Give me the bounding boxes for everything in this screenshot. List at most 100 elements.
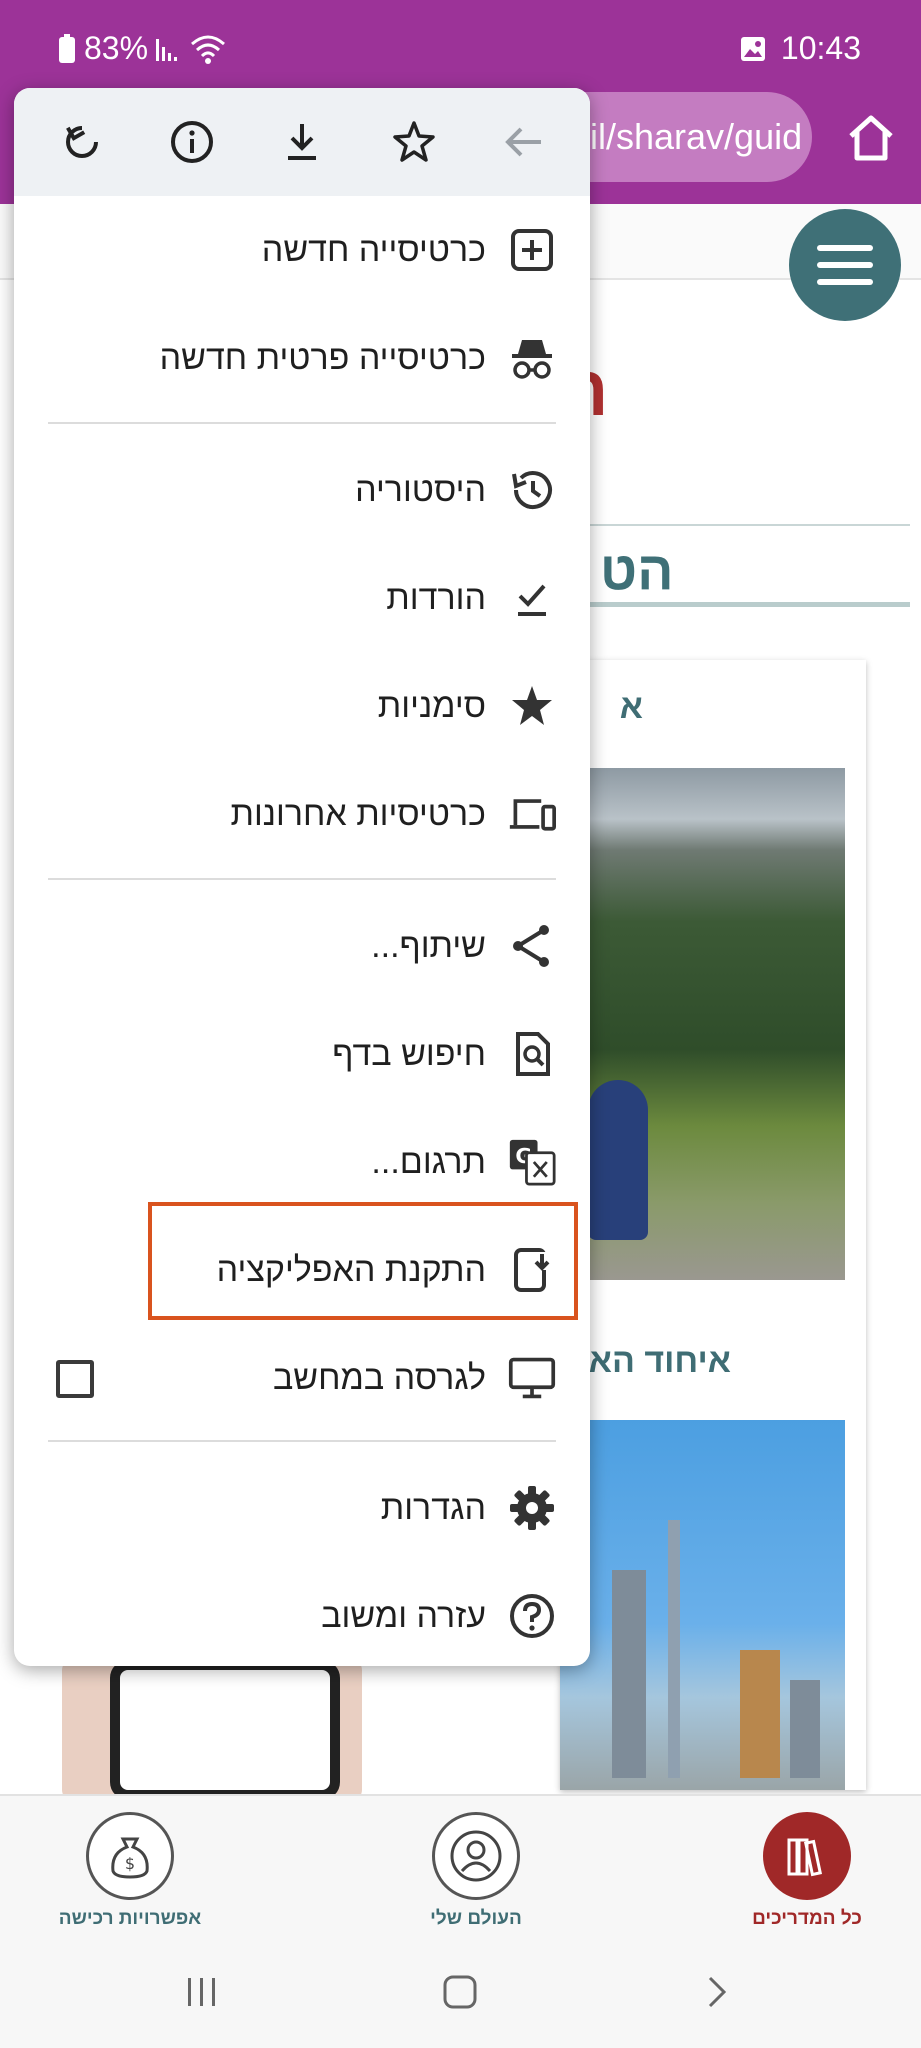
download-icon: [288, 124, 316, 160]
forward-button[interactable]: [494, 112, 554, 172]
nav-all-guides-circle: [763, 1812, 851, 1900]
new-tab-icon: [508, 226, 556, 274]
refresh-icon: [66, 126, 98, 158]
chevron-right-icon: [708, 1976, 727, 2008]
signal-icon: [156, 38, 178, 61]
menu-item-find-in-page[interactable]: חיפוש בדף: [14, 1000, 590, 1108]
nav-label: העולם שלי: [430, 1908, 522, 1929]
hamburger-line: [817, 262, 873, 268]
skyscraper: [668, 1520, 680, 1778]
menu-item-label: כרטיסייה חדשה: [261, 231, 486, 269]
home-button[interactable]: [841, 108, 901, 168]
desktop-site-checkbox[interactable]: [56, 1360, 94, 1398]
download-page-button[interactable]: [272, 112, 332, 172]
menu-item-share[interactable]: שיתוף...: [14, 892, 590, 1000]
hamburger-menu-button[interactable]: [789, 209, 901, 321]
money-bag-icon: $: [111, 1837, 149, 1879]
browser-overflow-menu: כרטיסייה חדשה כרטיסייה פרטית חדשה היסטור…: [14, 88, 590, 1666]
skyscraper: [790, 1680, 820, 1778]
nav-all-guides[interactable]: כל המדריכים: [692, 1796, 921, 1942]
page-info-button[interactable]: [162, 112, 222, 172]
info-icon: [171, 121, 213, 163]
desktop-icon: [508, 1354, 556, 1402]
menu-item-label: שיתוף...: [371, 927, 486, 965]
nav-my-world[interactable]: העולם שלי: [361, 1796, 591, 1942]
menu-item-new-tab[interactable]: כרטיסייה חדשה: [14, 196, 590, 304]
heading-underline: [580, 602, 910, 607]
clock: 10:43: [780, 30, 861, 66]
help-icon: [508, 1592, 556, 1640]
menu-item-downloads[interactable]: הורדות: [14, 544, 590, 652]
books-icon: [787, 1838, 823, 1877]
nav-label: אפשרויות רכישה: [58, 1908, 202, 1929]
nav-purchase[interactable]: $ אפשרויות רכישה: [15, 1796, 245, 1942]
nav-my-world-circle: [432, 1812, 520, 1900]
url-text: il/sharav/guid: [590, 116, 803, 157]
card-title[interactable]: א: [620, 688, 643, 727]
downloads-check-icon: [508, 574, 556, 622]
skyscraper: [740, 1650, 780, 1778]
menu-item-label: הורדות: [386, 579, 486, 617]
menu-item-label: לגרסה במחשב: [272, 1359, 486, 1397]
card-title[interactable]: איחוד הא: [589, 1342, 731, 1381]
system-nav-bar: [0, 1940, 921, 2048]
skyscraper: [612, 1570, 646, 1778]
refresh-button[interactable]: [52, 112, 112, 172]
status-right: 10:43: [739, 30, 861, 67]
back-arrow-icon: [505, 127, 541, 157]
status-left: 83%: [56, 30, 226, 67]
battery-icon: [59, 33, 75, 63]
menu-item-label: עזרה ומשוב: [321, 1597, 486, 1635]
section-heading: הט: [600, 541, 674, 601]
menu-toolbar: [14, 88, 590, 196]
menu-item-help[interactable]: עזרה ומשוב: [14, 1562, 590, 1666]
menu-item-label: הגדרות: [380, 1489, 486, 1527]
child-figure: [588, 1080, 648, 1240]
menu-item-label: סימניות: [377, 687, 486, 725]
menu-item-history[interactable]: היסטוריה: [14, 436, 590, 544]
wifi-icon: [191, 35, 226, 64]
hamburger-line: [817, 279, 873, 285]
menu-item-bookmarks[interactable]: סימניות: [14, 652, 590, 760]
star-icon: [393, 121, 435, 162]
home-square-icon: [443, 1975, 477, 2009]
menu-divider: [48, 878, 556, 880]
devices-icon: [508, 790, 556, 838]
nav-purchase-circle: $: [86, 1812, 174, 1900]
menu-item-new-incognito-tab[interactable]: כרטיסייה פרטית חדשה: [14, 304, 590, 412]
translate-icon: G: [508, 1138, 556, 1186]
star-filled-icon: [508, 682, 556, 730]
find-in-page-icon: [508, 1030, 556, 1078]
divider: [580, 524, 910, 526]
battery-percent: 83%: [84, 30, 149, 66]
menu-item-translate[interactable]: תרגום... G: [14, 1108, 590, 1216]
bookmark-page-button[interactable]: [384, 112, 444, 172]
menu-item-recent-tabs[interactable]: כרטיסיות אחרונות: [14, 760, 590, 868]
history-icon: [508, 466, 556, 514]
recent-apps-button[interactable]: [172, 1962, 232, 2022]
user-icon: [450, 1830, 502, 1882]
svg-text:$: $: [125, 1854, 135, 1873]
share-icon: [508, 922, 556, 970]
recent-apps-icon: [188, 1978, 215, 2006]
nav-label: כל המדריכים: [752, 1908, 862, 1929]
menu-divider: [48, 422, 556, 424]
menu-item-label: חיפוש בדף: [332, 1035, 486, 1073]
menu-item-label: היסטוריה: [355, 471, 486, 509]
bottom-nav: $ אפשרויות רכישה העולם שלי כל המדריכים: [0, 1794, 921, 1940]
home-icon: [849, 115, 893, 161]
menu-item-settings[interactable]: הגדרות: [14, 1454, 590, 1562]
install-app-highlight: [148, 1202, 578, 1320]
incognito-icon: [508, 334, 556, 382]
gear-icon: [508, 1484, 556, 1532]
back-system-button[interactable]: [686, 1962, 746, 2022]
home-system-button[interactable]: [430, 1962, 490, 2022]
menu-divider: [48, 1440, 556, 1442]
phone-screen: [110, 1660, 340, 1800]
menu-item-desktop-site[interactable]: לגרסה במחשב: [14, 1324, 590, 1432]
gallery-icon: [740, 36, 765, 61]
hamburger-line: [817, 245, 873, 251]
menu-item-label: כרטיסיות אחרונות: [230, 795, 486, 833]
menu-item-label: תרגום...: [371, 1143, 486, 1181]
menu-item-label: כרטיסייה פרטית חדשה: [159, 339, 486, 377]
